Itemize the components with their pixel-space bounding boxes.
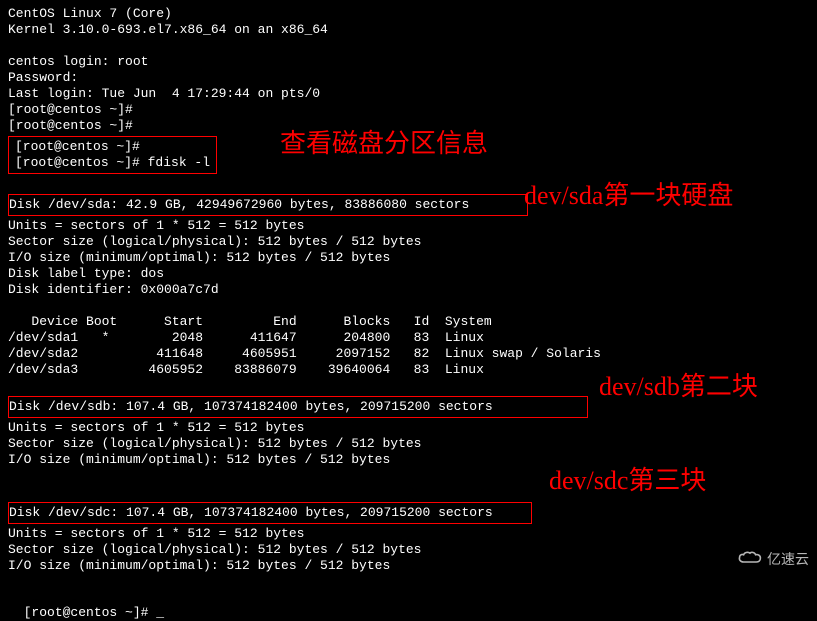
blank-5 [8,468,809,484]
sda-units: Units = sectors of 1 * 512 = 512 bytes [8,218,809,234]
prompt-end-line[interactable]: [root@centos ~]# _ [8,589,809,621]
sdc-units: Units = sectors of 1 * 512 = 512 bytes [8,526,809,542]
partition-header: Device Boot Start End Blocks Id System [8,314,809,330]
sdc-io-size: I/O size (minimum/optimal): 512 bytes / … [8,558,809,574]
sdb-units: Units = sectors of 1 * 512 = 512 bytes [8,420,809,436]
disk-sdb-box: Disk /dev/sdb: 107.4 GB, 107374182400 by… [8,396,588,418]
os-line: CentOS Linux 7 (Core) [8,6,809,22]
sdb-sector-size: Sector size (logical/physical): 512 byte… [8,436,809,452]
prompt-2[interactable]: [root@centos ~]# [8,118,809,134]
blank-3 [8,298,809,314]
partition-row-2: /dev/sda2 411648 4605951 2097152 82 Linu… [8,346,809,362]
watermark: 亿速云 [737,550,809,570]
sdb-io-size: I/O size (minimum/optimal): 512 bytes / … [8,452,809,468]
sda-sector-size: Sector size (logical/physical): 512 byte… [8,234,809,250]
prompt-3[interactable]: [root@centos ~]# [15,139,210,155]
cloud-icon [737,550,763,570]
last-login-line: Last login: Tue Jun 4 17:29:44 on pts/0 [8,86,809,102]
blank-2 [8,176,809,192]
partition-row-1: /dev/sda1 * 2048 411647 204800 83 Linux [8,330,809,346]
disk-sdc-box: Disk /dev/sdc: 107.4 GB, 107374182400 by… [8,502,532,524]
kernel-line: Kernel 3.10.0-693.el7.x86_64 on an x86_6… [8,22,809,38]
login-line: centos login: root [8,54,809,70]
sda-io-size: I/O size (minimum/optimal): 512 bytes / … [8,250,809,266]
partition-row-3: /dev/sda3 4605952 83886079 39640064 83 L… [8,362,809,378]
disk-sda-box: Disk /dev/sda: 42.9 GB, 42949672960 byte… [8,194,528,216]
disk-sdc-header: Disk /dev/sdc: 107.4 GB, 107374182400 by… [9,505,527,521]
watermark-text: 亿速云 [767,551,809,568]
prompt-end-text: [root@centos ~]# [24,605,157,620]
cursor-icon: _ [156,605,164,621]
prompt-1[interactable]: [root@centos ~]# [8,102,809,118]
sda-label-type: Disk label type: dos [8,266,809,282]
disk-sda-header: Disk /dev/sda: 42.9 GB, 42949672960 byte… [9,197,523,213]
disk-sdb-header: Disk /dev/sdb: 107.4 GB, 107374182400 by… [9,399,583,415]
blank-4 [8,378,809,394]
blank-1 [8,38,809,54]
blank-6 [8,484,809,500]
sda-identifier: Disk identifier: 0x000a7c7d [8,282,809,298]
fdisk-command-box: [root@centos ~]# [root@centos ~]# fdisk … [8,136,217,174]
fdisk-command[interactable]: [root@centos ~]# fdisk -l [15,155,210,171]
sdc-sector-size: Sector size (logical/physical): 512 byte… [8,542,809,558]
password-line: Password: [8,70,809,86]
